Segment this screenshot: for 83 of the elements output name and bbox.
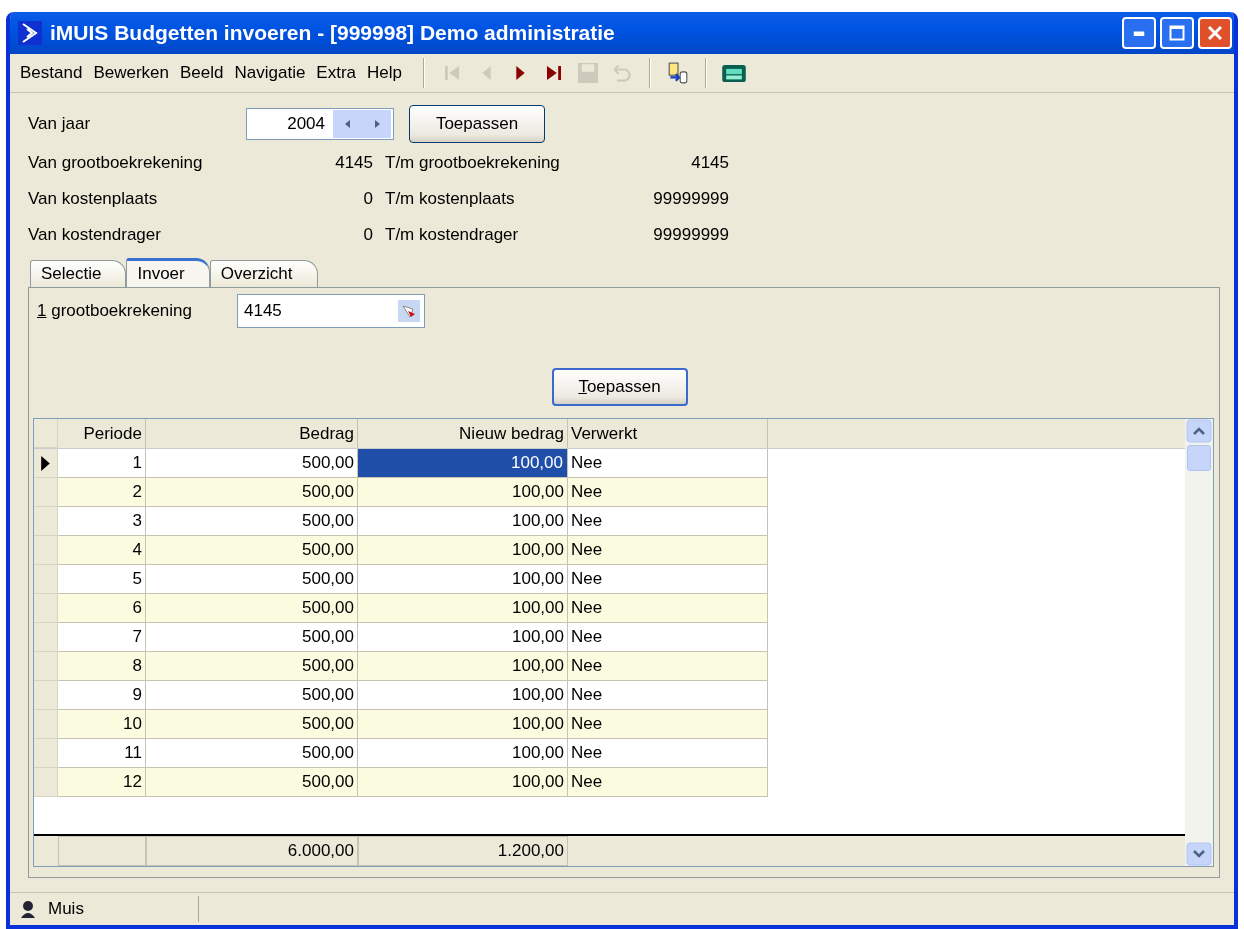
table-cell: 500,00 [146, 768, 358, 797]
table-cell[interactable]: 100,00 [358, 768, 568, 797]
table-cell: 2 [58, 478, 146, 507]
menu-item[interactable]: Navigatie [234, 63, 306, 83]
table-cell: 500,00 [146, 594, 358, 623]
close-icon [1207, 25, 1223, 41]
range-value: 4145 [334, 153, 373, 173]
menu-item[interactable]: Bestand [20, 63, 83, 83]
range-label: T/m grootboekrekening [385, 153, 561, 173]
table-cell[interactable]: 100,00 [358, 652, 568, 681]
range-label: T/m kostendrager [385, 225, 520, 245]
scroll-thumb[interactable] [1187, 445, 1211, 471]
range-value: 0 [362, 189, 373, 209]
row-header[interactable] [34, 449, 58, 478]
scroll-up-icon[interactable] [1186, 419, 1212, 443]
table-cell: 6 [58, 594, 146, 623]
range-label: Van kostenplaats [28, 189, 159, 209]
table-cell: Nee [568, 652, 768, 681]
menu-item[interactable]: Extra [316, 63, 357, 83]
table-cell: 500,00 [146, 652, 358, 681]
field-label: 1 grootboekrekening [36, 301, 193, 321]
menu-item[interactable]: Help [367, 63, 402, 83]
range-value: 99999999 [652, 189, 729, 209]
table-cell: Nee [568, 536, 768, 565]
column-header[interactable]: Nieuw bedrag [358, 419, 568, 448]
maximize-icon [1169, 25, 1185, 41]
lookup-icon[interactable] [398, 300, 420, 322]
table-cell: Nee [568, 768, 768, 797]
next-icon [515, 66, 525, 80]
table-cell: Nee [568, 594, 768, 623]
apply-button[interactable]: Toepassen [409, 105, 545, 143]
window-title: iMUIS Budgetten invoeren - [999998] Demo administratie [50, 21, 616, 45]
close-button[interactable] [1198, 17, 1232, 49]
previous-icon [481, 66, 491, 80]
export-icon [668, 62, 688, 84]
table-cell: 10 [58, 710, 146, 739]
first-record-icon [445, 66, 459, 80]
table-cell: 500,00 [146, 710, 358, 739]
table-cell[interactable]: 100,00 [358, 710, 568, 739]
table-cell[interactable]: 100,00 [358, 449, 568, 478]
table-cell[interactable]: 100,00 [358, 594, 568, 623]
app-icon [18, 21, 42, 45]
table-cell: 4 [58, 536, 146, 565]
total-cell: 6.000,00 [146, 836, 358, 866]
tab[interactable]: Overzicht [209, 260, 318, 287]
tab[interactable]: Invoer [126, 258, 210, 287]
undo-icon [613, 64, 631, 82]
table-cell: 8 [58, 652, 146, 681]
range-value: 0 [362, 225, 373, 245]
status-user: Muis [48, 899, 84, 919]
year-spin-field[interactable]: 2004 [246, 108, 394, 140]
table-cell: 500,00 [146, 478, 358, 507]
range-label: Van kostendrager [28, 225, 162, 245]
last-record-icon [547, 66, 561, 80]
table-cell[interactable]: 100,00 [358, 478, 568, 507]
column-header[interactable]: Verwerkt [568, 419, 768, 448]
column-header[interactable]: Periode [58, 419, 146, 448]
minimize-icon [1132, 30, 1146, 36]
table-cell: 500,00 [146, 536, 358, 565]
column-header[interactable]: Bedrag [146, 419, 358, 448]
user-icon [18, 899, 38, 919]
calculator-icon [722, 64, 746, 82]
table-cell: Nee [568, 478, 768, 507]
scrollbar[interactable] [1185, 419, 1213, 866]
tab[interactable]: Selectie [30, 260, 127, 287]
table-cell[interactable]: 100,00 [358, 536, 568, 565]
menu-item[interactable]: Beeld [180, 63, 224, 83]
maximize-button[interactable] [1160, 17, 1194, 49]
table-cell: 12 [58, 768, 146, 797]
year-label: Van jaar [28, 114, 92, 134]
range-value: 4145 [690, 153, 729, 173]
apply-button[interactable]: Toepassen [551, 368, 688, 406]
range-value: 99999999 [652, 225, 729, 245]
total-cell: 1.200,00 [358, 836, 568, 866]
table-cell: Nee [568, 710, 768, 739]
scroll-down-icon[interactable] [1186, 842, 1212, 866]
account-field[interactable]: 4145 [237, 294, 425, 328]
range-label: Van grootboekrekening [28, 153, 204, 173]
current-row-icon [41, 455, 50, 471]
menu-item[interactable]: Bewerken [93, 63, 169, 83]
save-icon [578, 63, 598, 83]
minimize-button[interactable] [1122, 17, 1156, 49]
range-label: T/m kostenplaats [385, 189, 516, 209]
